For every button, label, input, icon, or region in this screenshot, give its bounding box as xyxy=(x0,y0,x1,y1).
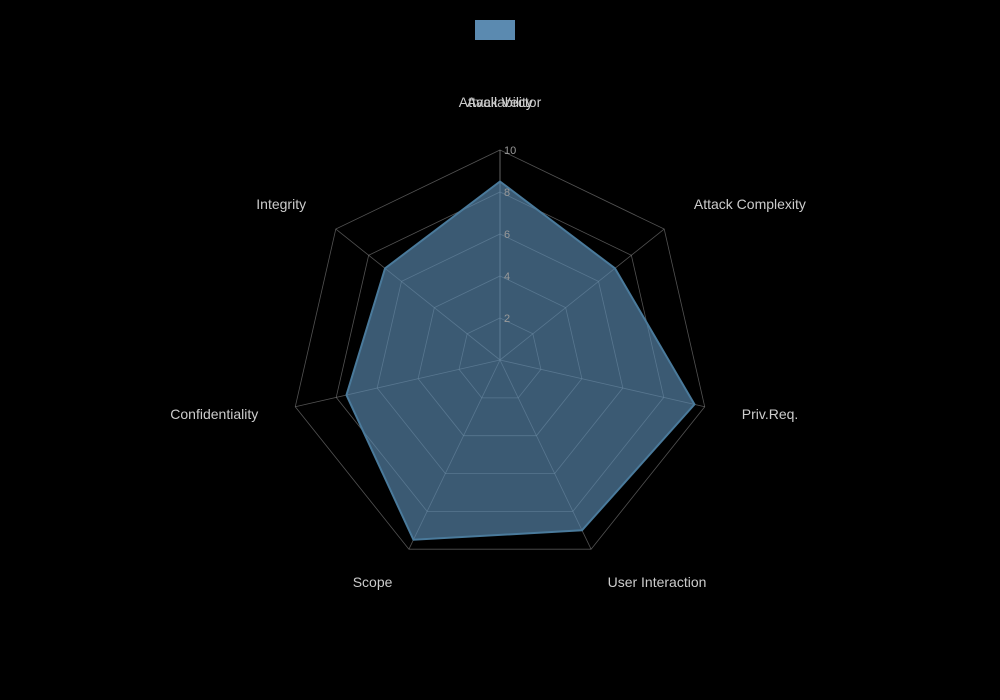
legend xyxy=(475,20,525,40)
svg-text:6: 6 xyxy=(504,229,510,241)
svg-text:Integrity: Integrity xyxy=(256,196,306,212)
svg-text:8: 8 xyxy=(504,187,510,199)
svg-text:Confidentiality: Confidentiality xyxy=(170,406,258,422)
svg-text:Scope: Scope xyxy=(353,574,393,590)
svg-text:10: 10 xyxy=(504,145,516,157)
svg-text:User Interaction: User Interaction xyxy=(608,574,707,590)
chart-container: Attack VectorAttack ComplexityPriv.Req.U… xyxy=(0,0,1000,700)
svg-text:4: 4 xyxy=(504,271,510,283)
svg-text:Availability: Availability xyxy=(467,94,533,110)
svg-text:2: 2 xyxy=(504,313,510,325)
radar-chart: Attack VectorAttack ComplexityPriv.Req.U… xyxy=(150,40,850,660)
svg-text:Priv.Req.: Priv.Req. xyxy=(742,406,799,422)
legend-color-box xyxy=(475,20,515,40)
svg-text:Attack Complexity: Attack Complexity xyxy=(694,196,806,212)
